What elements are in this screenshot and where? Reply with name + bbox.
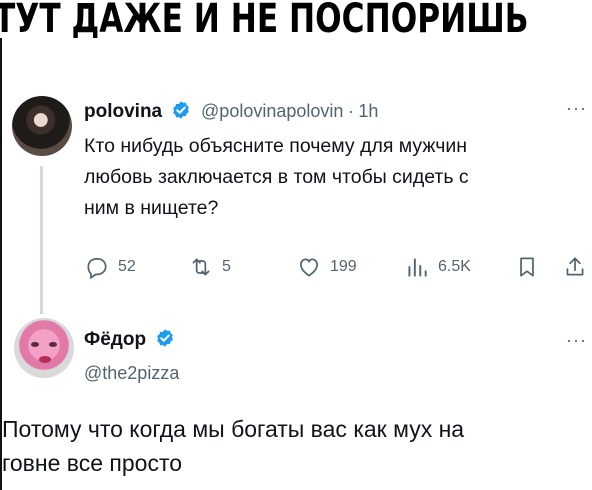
share-button[interactable]	[562, 254, 588, 280]
retweet-button[interactable]: 5	[188, 254, 231, 280]
tweet-time[interactable]: 1h	[358, 101, 378, 121]
reply-count: 52	[118, 258, 136, 275]
avatar-fedor[interactable]	[14, 318, 74, 378]
tweet-action-bar: 52 5 199 6.5K	[84, 254, 592, 284]
retweet-count: 5	[222, 258, 231, 275]
retweet-icon	[192, 258, 210, 276]
views-button[interactable]: 6.5K	[404, 254, 471, 280]
reply-button[interactable]: 52	[84, 254, 136, 280]
avatar-eye	[31, 342, 39, 347]
reply-header: Фёдор	[84, 328, 181, 353]
reply-author-handle[interactable]: @the2pizza	[84, 363, 179, 384]
avatar-mouth	[39, 356, 51, 363]
reply-text: Потому что когда мы богаты вас как мух н…	[2, 412, 464, 480]
separator-dot: ·	[347, 101, 354, 121]
verified-badge-icon	[155, 328, 175, 353]
share-icon	[566, 257, 584, 276]
meme-caption: ТУТ ДАЖЕ И НЕ ПОСПОРИШЬ	[0, 0, 529, 38]
tweet-text-line: ним в нищете?	[84, 197, 219, 219]
like-icon	[300, 258, 318, 277]
verified-badge-icon	[171, 100, 191, 125]
views-icon	[408, 258, 427, 277]
author-name[interactable]: polovina	[84, 101, 162, 122]
more-icon[interactable]: ···	[566, 98, 587, 119]
more-icon[interactable]: ···	[566, 330, 587, 351]
reply-author-name[interactable]: Фёдор	[84, 329, 146, 350]
reply-text-line: говне все просто	[2, 450, 183, 476]
tweet-text-line: любовь заключается в том чтобы сидеть с	[84, 166, 469, 188]
like-count: 199	[330, 258, 357, 275]
reply-icon	[87, 258, 107, 280]
avatar-eye	[49, 342, 57, 347]
reply-text-line: Потому что когда мы богаты вас как мух н…	[2, 416, 465, 442]
tweet-text-line: Кто нибудь объясните почему для мужчин	[84, 135, 468, 157]
tweet-text: Кто нибудь объясните почему для мужчин л…	[84, 131, 469, 224]
avatar-polovina[interactable]	[12, 96, 72, 156]
like-button[interactable]: 199	[296, 254, 357, 280]
tweet-header: polovina @polovinapolovin · 1h	[84, 100, 378, 125]
views-count: 6.5K	[438, 258, 471, 275]
bookmark-button[interactable]	[514, 254, 540, 280]
author-handle[interactable]: @polovinapolovin	[201, 101, 343, 121]
thread-connector-line	[40, 166, 43, 314]
meme-caption-banner: ТУТ ДАЖЕ И НЕ ПОСПОРИШЬ	[0, 0, 592, 38]
bookmark-icon	[520, 257, 534, 277]
